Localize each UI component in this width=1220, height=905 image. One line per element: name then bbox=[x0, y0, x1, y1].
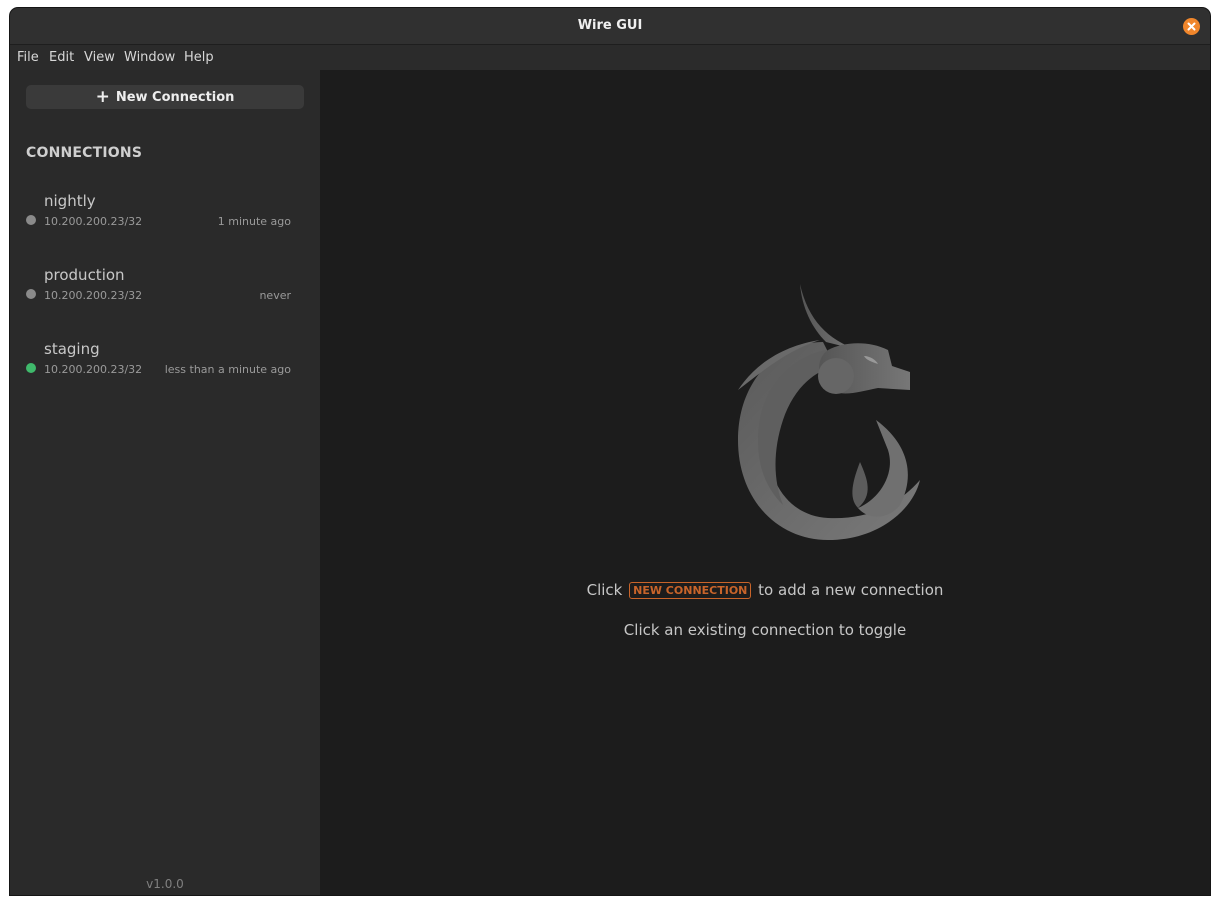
status-dot-icon bbox=[26, 363, 36, 373]
new-connection-hint: Click NEW CONNECTION to add a new connec… bbox=[320, 581, 1210, 599]
close-icon bbox=[1187, 22, 1196, 31]
status-dot-icon bbox=[26, 215, 36, 225]
close-button[interactable] bbox=[1183, 18, 1200, 35]
dragon-logo-icon bbox=[738, 284, 920, 540]
connection-last-connected: 1 minute ago bbox=[217, 215, 291, 228]
status-dot-icon bbox=[26, 289, 36, 299]
app-version: v1.0.0 bbox=[146, 877, 184, 891]
connection-name: production bbox=[44, 266, 125, 284]
hint-prefix: Click bbox=[586, 581, 623, 599]
connection-name: staging bbox=[44, 340, 100, 358]
menu-file[interactable]: File bbox=[17, 45, 39, 70]
sidebar: + New Connection CONNECTIONS nightly 10.… bbox=[10, 70, 320, 895]
hint-suffix: to add a new connection bbox=[758, 581, 944, 599]
main-panel: Click NEW CONNECTION to add a new connec… bbox=[320, 70, 1210, 895]
app-window: Wire GUI File Edit View Window Help + Ne… bbox=[10, 8, 1210, 895]
new-connection-badge: NEW CONNECTION bbox=[629, 582, 752, 599]
menu-help[interactable]: Help bbox=[184, 45, 214, 70]
menu-view[interactable]: View bbox=[84, 45, 115, 70]
connection-address: 10.200.200.23/32 bbox=[44, 289, 143, 302]
menu-edit[interactable]: Edit bbox=[49, 45, 74, 70]
window-title: Wire GUI bbox=[577, 18, 643, 33]
connection-last-connected: less than a minute ago bbox=[164, 363, 291, 376]
new-connection-button[interactable]: + New Connection bbox=[26, 85, 304, 109]
title-bar[interactable]: Wire GUI bbox=[10, 8, 1210, 45]
menu-window[interactable]: Window bbox=[124, 45, 175, 70]
connection-item-staging[interactable]: staging 10.200.200.23/32 less than a min… bbox=[10, 340, 320, 396]
plus-icon: + bbox=[95, 86, 110, 107]
connection-item-production[interactable]: production 10.200.200.23/32 never bbox=[10, 266, 320, 322]
toggle-hint: Click an existing connection to toggle bbox=[623, 621, 907, 639]
connections-heading: CONNECTIONS bbox=[26, 145, 143, 161]
connection-address: 10.200.200.23/32 bbox=[44, 215, 143, 228]
connection-address: 10.200.200.23/32 bbox=[44, 363, 143, 376]
connection-last-connected: never bbox=[259, 289, 291, 302]
connection-name: nightly bbox=[44, 192, 96, 210]
connection-item-nightly[interactable]: nightly 10.200.200.23/32 1 minute ago bbox=[10, 192, 320, 248]
new-connection-label: New Connection bbox=[115, 89, 235, 105]
menu-bar: File Edit View Window Help bbox=[10, 45, 1210, 70]
